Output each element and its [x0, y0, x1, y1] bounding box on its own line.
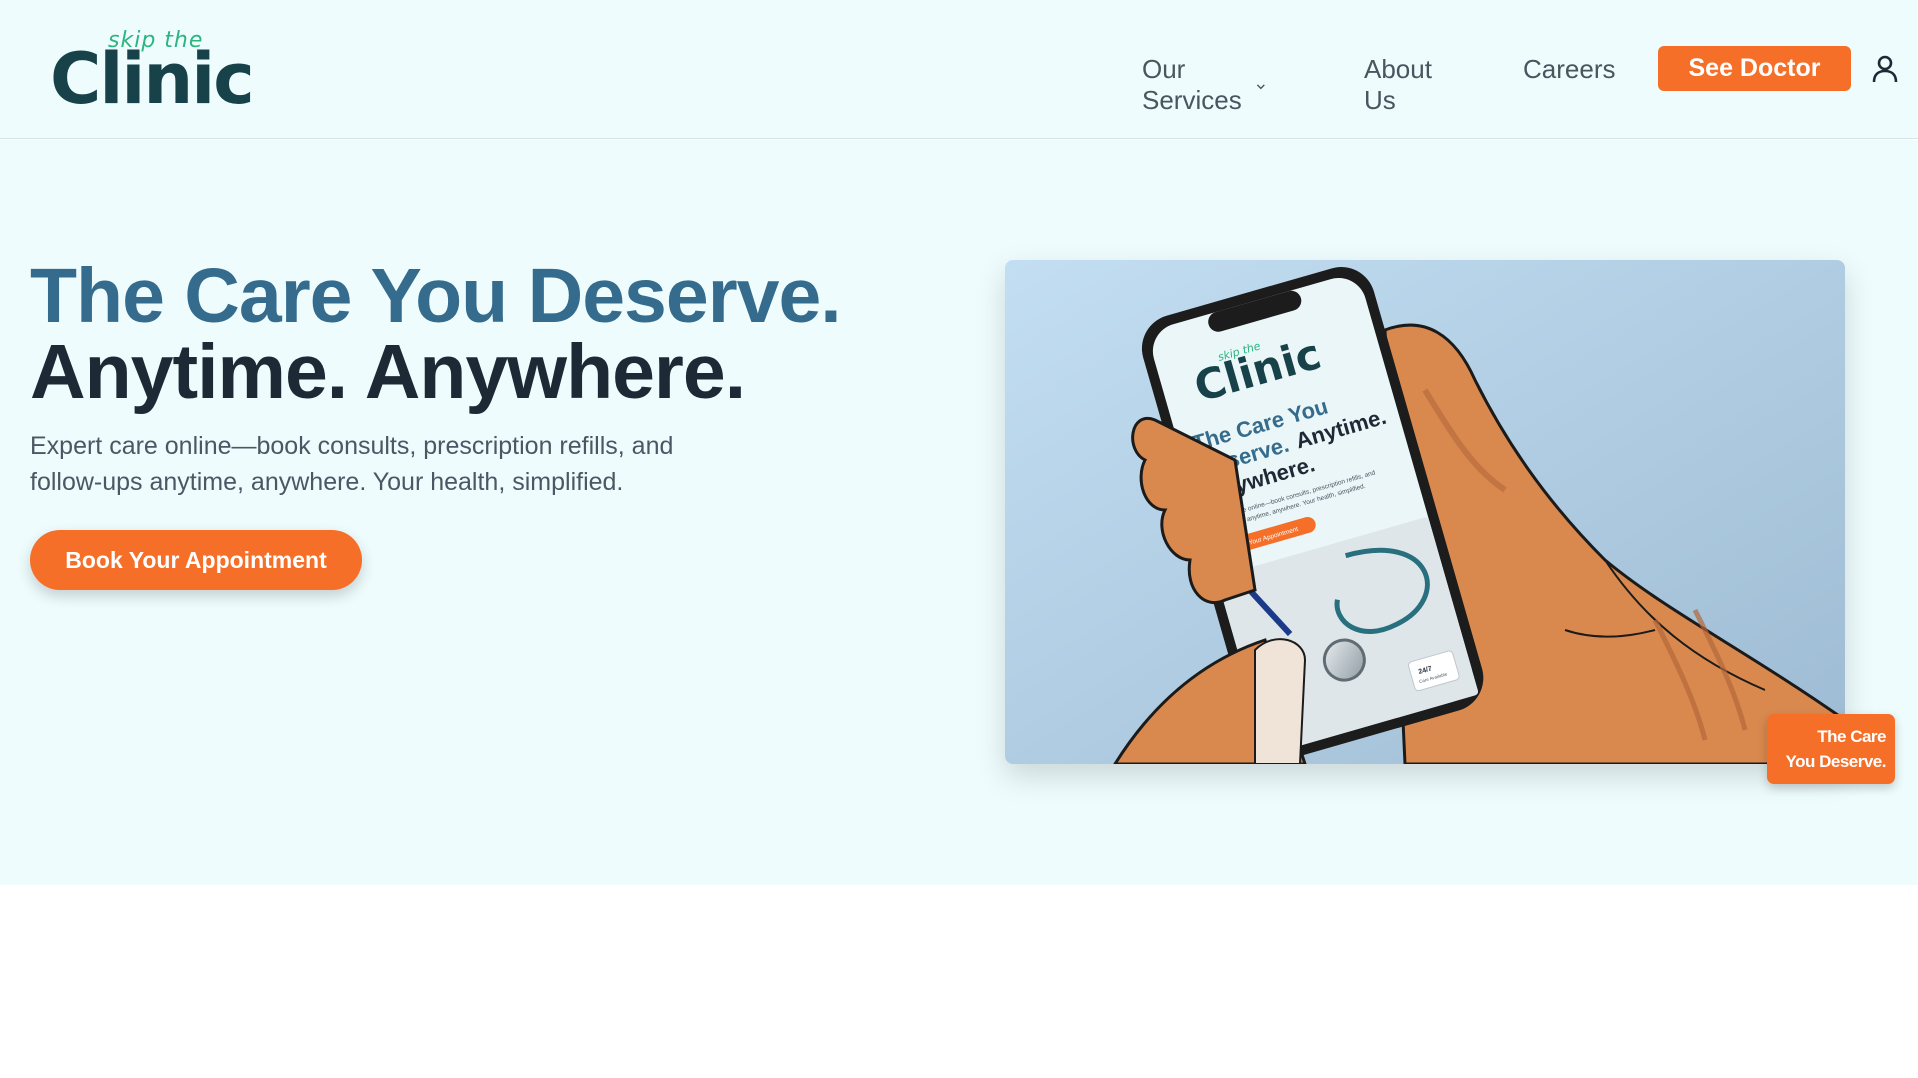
hero-illustration: skip the Clinic The Care You Deserve. An… [1005, 260, 1845, 764]
see-doctor-button[interactable]: See Doctor [1658, 46, 1851, 91]
nav-about-us[interactable]: About Us [1364, 54, 1432, 116]
care-badge: The Care You Deserve. [1767, 714, 1895, 784]
site-header: skip the Clinic Our Services About Us Ca… [0, 0, 1918, 139]
nav-our-services-label: Our Services [1142, 54, 1242, 115]
chevron-down-icon [1256, 84, 1265, 90]
logo-wordmark: Clinic [50, 38, 255, 120]
care-badge-line1: The Care [1817, 727, 1886, 746]
care-badge-line2: You Deserve. [1785, 752, 1887, 771]
hero-section: The Care You Deserve. Anytime. Anywhere.… [0, 140, 1918, 885]
hand-holding-phone-illustration: skip the Clinic The Care You Deserve. An… [1005, 260, 1845, 764]
hero-subtext: Expert care online—book consults, prescr… [30, 432, 674, 496]
book-appointment-button[interactable]: Book Your Appointment [30, 530, 362, 590]
hero-headline-line2: Anytime. Anywhere. [30, 329, 746, 415]
nav-careers[interactable]: Careers [1523, 54, 1615, 85]
nav-our-services[interactable]: Our Services [1142, 54, 1266, 116]
hero-headline-line1: The Care You Deserve. [30, 253, 842, 339]
user-icon[interactable] [1872, 55, 1898, 83]
logo[interactable]: skip the Clinic [50, 26, 255, 120]
